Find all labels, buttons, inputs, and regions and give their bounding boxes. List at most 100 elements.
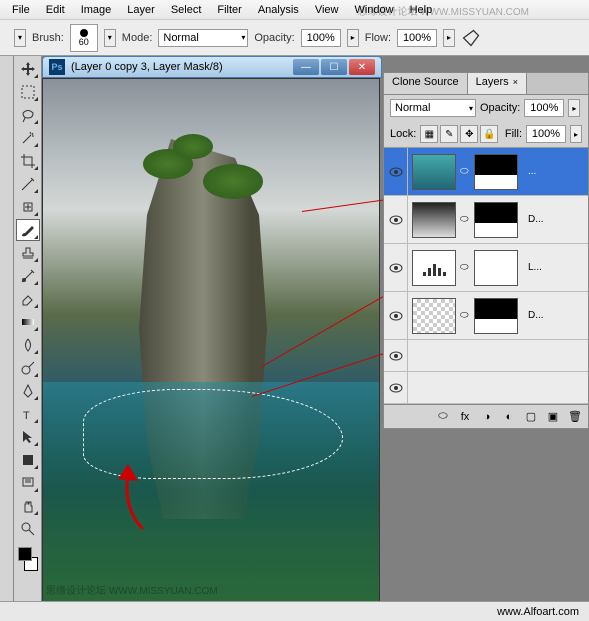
airbrush-icon[interactable] (461, 28, 481, 48)
blend-mode-select[interactable]: Normal (158, 29, 248, 47)
trash-icon[interactable]: 🗑 (568, 410, 582, 424)
tools-panel: T (14, 56, 42, 621)
tab-layers[interactable]: Layers× (468, 73, 527, 94)
document-titlebar[interactable]: Ps (Layer 0 copy 3, Layer Mask/8) — ☐ ✕ (42, 56, 382, 78)
layer-row[interactable]: ⬭ L... (384, 244, 588, 292)
tab-clone-source[interactable]: Clone Source (384, 73, 468, 94)
flow-flyout[interactable]: ▸ (443, 29, 455, 47)
lasso-tool[interactable] (16, 104, 40, 126)
crop-tool[interactable] (16, 150, 40, 172)
visibility-icon[interactable] (389, 215, 403, 225)
layer-name[interactable]: D... (528, 214, 544, 225)
options-bar: ▾ Brush: 60 ▾ Mode: Normal Opacity: 100%… (0, 20, 589, 56)
canvas[interactable] (42, 78, 380, 603)
layer-name[interactable]: L... (528, 262, 542, 273)
layer-blend-mode-select[interactable]: Normal (390, 99, 476, 117)
layer-name[interactable]: D... (528, 310, 544, 321)
link-icon[interactable]: ⬭ (460, 310, 470, 321)
opacity-input[interactable]: 100% (301, 29, 341, 47)
history-brush-tool[interactable] (16, 265, 40, 287)
type-tool[interactable]: T (16, 403, 40, 425)
foreground-background-colors[interactable] (16, 545, 40, 573)
visibility-icon[interactable] (389, 167, 403, 177)
brush-tool[interactable] (16, 219, 40, 241)
tool-preset-picker[interactable]: ▾ (14, 29, 26, 47)
new-layer-icon[interactable]: ▣ (546, 410, 560, 424)
mask-icon[interactable]: ◑ (480, 410, 494, 424)
visibility-icon[interactable] (389, 263, 403, 273)
window-minimize-button[interactable]: — (293, 59, 319, 75)
link-layers-icon[interactable]: ⬭ (436, 410, 450, 424)
layer-row[interactable]: ⬭ ... (384, 148, 588, 196)
opacity-flyout[interactable]: ▸ (347, 29, 359, 47)
foreground-color-swatch[interactable] (18, 547, 32, 561)
menu-view[interactable]: View (307, 2, 347, 18)
shape-tool[interactable] (16, 449, 40, 471)
mode-label: Mode: (122, 32, 153, 44)
layer-row[interactable]: ⬭ D... (384, 196, 588, 244)
link-icon[interactable]: ⬭ (460, 262, 470, 273)
zoom-tool[interactable] (16, 518, 40, 540)
marquee-tool[interactable] (16, 81, 40, 103)
menu-edit[interactable]: Edit (38, 2, 73, 18)
lock-all-icon[interactable]: 🔒 (480, 125, 498, 143)
flow-input[interactable]: 100% (397, 29, 437, 47)
layer-row[interactable] (384, 340, 588, 372)
layer-mask-thumbnail[interactable] (474, 298, 518, 334)
wand-tool[interactable] (16, 127, 40, 149)
layer-row[interactable] (384, 372, 588, 404)
layer-thumbnail[interactable] (412, 154, 456, 190)
lock-pixels-icon[interactable]: ✎ (440, 125, 458, 143)
layer-opacity-input[interactable]: 100% (524, 99, 564, 117)
brush-picker-flyout[interactable]: ▾ (104, 29, 116, 47)
menu-file[interactable]: File (4, 2, 38, 18)
menu-image[interactable]: Image (73, 2, 120, 18)
heal-tool[interactable] (16, 196, 40, 218)
layer-thumbnail[interactable] (412, 202, 456, 238)
close-icon[interactable]: × (513, 77, 518, 87)
notes-tool[interactable] (16, 472, 40, 494)
path-select-tool[interactable] (16, 426, 40, 448)
menu-select[interactable]: Select (163, 2, 210, 18)
eyedropper-tool[interactable] (16, 173, 40, 195)
ps-icon: Ps (49, 59, 65, 75)
layer-thumbnail[interactable] (412, 298, 456, 334)
fill-input[interactable]: 100% (526, 125, 566, 143)
fill-flyout[interactable]: ▸ (570, 125, 582, 143)
menu-filter[interactable]: Filter (209, 2, 249, 18)
move-tool[interactable] (16, 58, 40, 80)
hand-tool[interactable] (16, 495, 40, 517)
layer-mask-thumbnail[interactable] (474, 250, 518, 286)
layer-name[interactable]: ... (528, 166, 536, 177)
status-bar: www.Alfoart.com (0, 601, 589, 621)
tool-strip-edge (0, 56, 14, 621)
adjustment-layer-icon[interactable]: ◐ (502, 410, 516, 424)
window-maximize-button[interactable]: ☐ (321, 59, 347, 75)
stamp-tool[interactable] (16, 242, 40, 264)
blur-tool[interactable] (16, 334, 40, 356)
layers-panel-footer: ⬭ fx ◑ ◐ ▢ ▣ 🗑 (384, 404, 588, 428)
visibility-icon[interactable] (389, 383, 403, 393)
link-icon[interactable]: ⬭ (460, 166, 470, 177)
visibility-icon[interactable] (389, 311, 403, 321)
menu-layer[interactable]: Layer (119, 2, 163, 18)
brush-preset-picker[interactable]: 60 (70, 24, 98, 52)
menu-analysis[interactable]: Analysis (250, 2, 307, 18)
layer-opacity-flyout[interactable]: ▸ (568, 99, 580, 117)
lock-label: Lock: (390, 128, 416, 140)
layer-row[interactable]: ⬭ D... (384, 292, 588, 340)
visibility-icon[interactable] (389, 351, 403, 361)
lock-position-icon[interactable]: ✥ (460, 125, 478, 143)
fx-icon[interactable]: fx (458, 410, 472, 424)
link-icon[interactable]: ⬭ (460, 214, 470, 225)
layer-thumbnail[interactable] (412, 250, 456, 286)
layer-mask-thumbnail[interactable] (474, 202, 518, 238)
eraser-tool[interactable] (16, 288, 40, 310)
dodge-tool[interactable] (16, 357, 40, 379)
window-close-button[interactable]: ✕ (349, 59, 375, 75)
pen-tool[interactable] (16, 380, 40, 402)
lock-transparency-icon[interactable]: ▦ (420, 125, 438, 143)
gradient-tool[interactable] (16, 311, 40, 333)
group-icon[interactable]: ▢ (524, 410, 538, 424)
layer-mask-thumbnail[interactable] (474, 154, 518, 190)
